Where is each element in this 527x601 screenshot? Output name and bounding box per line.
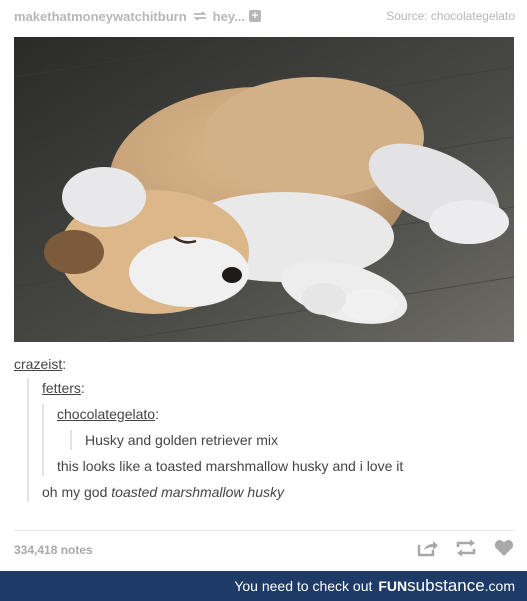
quote-level-1: fetters: chocolategelato: Husky and gold… xyxy=(27,378,515,502)
share-icon[interactable] xyxy=(417,539,439,562)
heart-icon[interactable] xyxy=(493,539,515,562)
reply-fetters: oh my god toasted marshmallow husky xyxy=(42,482,515,502)
puppy-image xyxy=(14,37,514,342)
post-photo xyxy=(14,37,514,342)
brand-dotcom: .com xyxy=(484,578,515,594)
quote-level-2: chocolategelato: Husky and golden retrie… xyxy=(42,404,515,476)
source-link[interactable]: Source: chocolategelato xyxy=(386,9,515,23)
reblog-post-icon[interactable] xyxy=(455,539,477,562)
reblog-username[interactable]: makethatmoneywatchitburn xyxy=(14,9,187,24)
funsubstance-banner[interactable]: You need to check out FUN substance .com xyxy=(0,571,527,601)
colon: : xyxy=(80,380,85,396)
colon: : xyxy=(62,356,67,372)
add-icon[interactable]: + xyxy=(248,10,261,22)
post-header: makethatmoneywatchitburn hey... + Source… xyxy=(14,6,515,26)
banner-text: You need to check out xyxy=(234,578,373,594)
brand-fun: FUN xyxy=(378,578,408,594)
reply-fetters-italic: toasted marshmallow husky xyxy=(111,484,285,500)
reblogger-link-crazeist[interactable]: crazeist xyxy=(14,356,62,372)
reblog-icon xyxy=(193,10,207,22)
colon: : xyxy=(155,406,159,422)
post-footer: 334,418 notes xyxy=(14,530,515,569)
brand-substance: substance xyxy=(407,576,485,595)
notes-count[interactable]: 334,418 notes xyxy=(14,543,93,557)
reply-fetters-plain: oh my god xyxy=(42,484,112,500)
post-actions xyxy=(417,539,515,562)
original-caption: Husky and golden retriever mix xyxy=(85,432,278,448)
reblogger-link-fetters[interactable]: fetters xyxy=(42,380,81,396)
reblog-thread: crazeist: fetters: chocolategelato: Husk… xyxy=(14,356,515,502)
quote-level-3: Husky and golden retriever mix xyxy=(70,430,515,450)
reply-chocolategelato: this looks like a toasted marshmallow hu… xyxy=(57,458,404,474)
reblogged-from[interactable]: hey... xyxy=(213,9,245,24)
reblogger-link-chocolategelato[interactable]: chocolategelato xyxy=(57,406,155,422)
